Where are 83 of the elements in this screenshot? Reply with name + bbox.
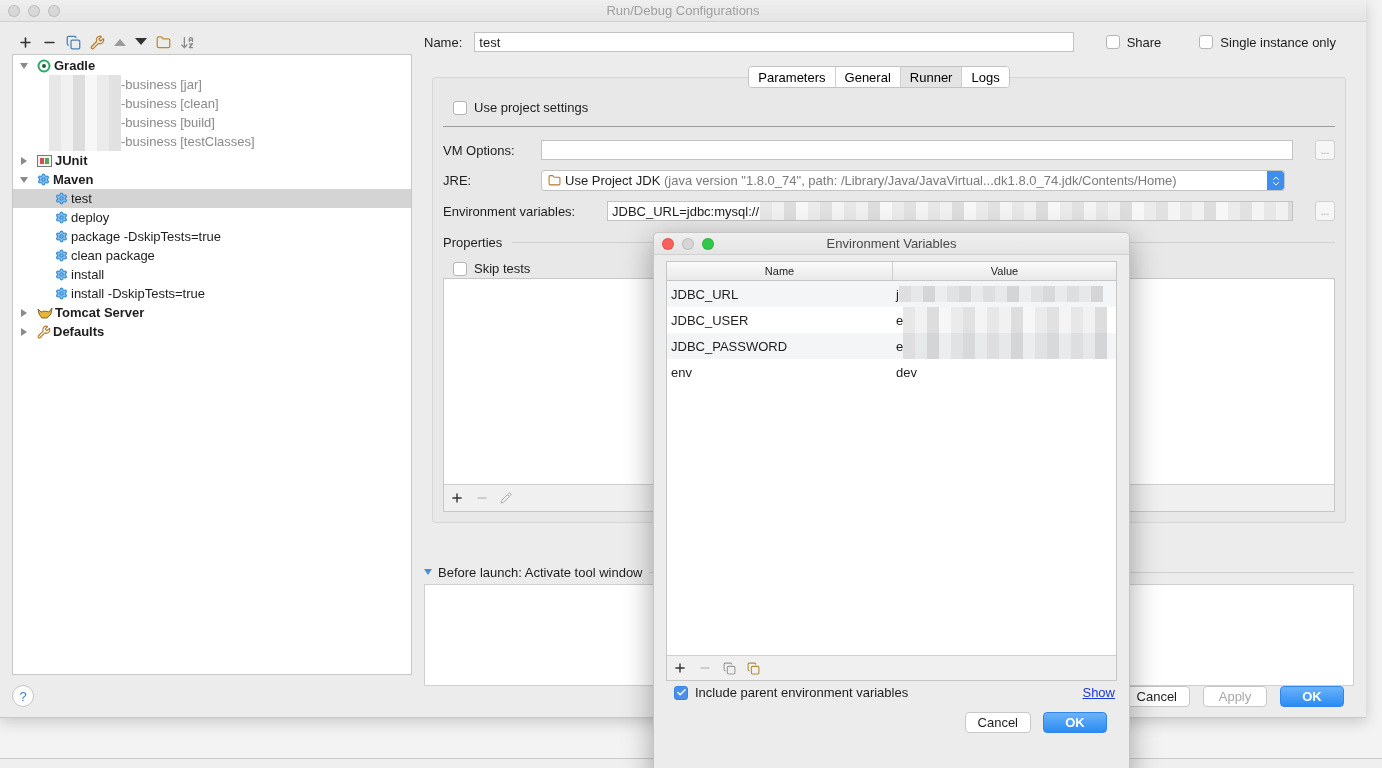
table-cell-text: e <box>895 312 904 328</box>
minimize-button[interactable] <box>682 237 694 250</box>
tree-item[interactable]: Gradle <box>13 56 411 75</box>
checkbox[interactable] <box>674 685 688 700</box>
close-button[interactable] <box>662 237 674 250</box>
checkbox[interactable] <box>1105 35 1120 49</box>
tree-item[interactable]: clean package <box>13 246 411 265</box>
tree-item[interactable]: Defaults <box>13 322 411 341</box>
window-title: Run/Debug Configurations <box>606 3 760 18</box>
section-label: Before launch: Activate tool window <box>438 565 643 581</box>
checkbox[interactable] <box>1199 35 1214 49</box>
table-cell-text: JDBC_PASSWORD <box>670 338 789 354</box>
copy-icon[interactable] <box>723 661 736 675</box>
gear-icon <box>55 287 68 300</box>
gear-icon <box>55 192 68 205</box>
tree-item[interactable]: install -DskipTests=true <box>13 284 411 303</box>
close-button[interactable] <box>8 4 20 17</box>
table-cell-text: env <box>670 364 693 380</box>
wrench-icon <box>37 324 51 339</box>
expand-arrow-icon[interactable] <box>20 308 28 317</box>
checkbox-label: Skip tests <box>474 261 531 276</box>
checkbox[interactable] <box>453 100 467 115</box>
name-label: Name: <box>424 34 463 50</box>
vm-options-field[interactable] <box>541 140 1293 160</box>
show-link[interactable]: Show <box>1082 685 1115 700</box>
collapse-arrow-icon[interactable] <box>424 569 432 577</box>
collapse-arrow-icon[interactable] <box>20 61 28 70</box>
column-header[interactable]: Value <box>892 262 1116 280</box>
expand-arrow-icon[interactable] <box>20 156 28 165</box>
expand-arrow-icon[interactable] <box>20 327 28 336</box>
add-icon[interactable] <box>673 661 687 675</box>
junit-icon <box>37 154 52 167</box>
copy-icon[interactable] <box>66 34 81 50</box>
move-up-icon[interactable] <box>114 38 126 46</box>
dialog-title: Environment Variables <box>826 236 957 251</box>
tree-item[interactable]: package -DskipTests=true <box>13 227 411 246</box>
checkbox-label: Use project settings <box>474 100 589 115</box>
tree-item[interactable]: Tomcat Server <box>13 303 411 322</box>
gear-icon <box>37 173 50 186</box>
name-field[interactable]: test <box>474 32 1075 52</box>
gradle-icon <box>37 58 51 73</box>
tab[interactable]: Runner <box>899 67 962 87</box>
move-down-icon[interactable] <box>135 38 147 46</box>
table-cell-text: JDBC_USER <box>670 312 750 328</box>
wrench-icon[interactable] <box>90 34 105 50</box>
zoom-button[interactable] <box>48 4 60 17</box>
field-label: Environment variables: <box>443 203 577 219</box>
section-label: Properties <box>443 235 503 250</box>
checkbox[interactable] <box>453 261 467 276</box>
table-cell-text: j <box>894 286 899 302</box>
tab[interactable]: Logs <box>961 67 1009 87</box>
folder-icon <box>548 174 561 187</box>
table-cell-text: JDBC_URL <box>670 286 740 302</box>
add-icon[interactable] <box>450 491 464 506</box>
collapse-arrow-icon[interactable] <box>20 175 28 184</box>
checkbox-label: Share <box>1126 34 1162 50</box>
field-label: JRE: <box>443 173 473 188</box>
gear-icon <box>55 268 68 281</box>
edit-icon[interactable] <box>500 492 512 505</box>
tree-item[interactable]: Maven <box>13 170 411 189</box>
jre-dropdown[interactable]: Use Project JDK (java version "1.8.0_74", path: /Library/Java/JavaVirtual...dk1.8.0_74.jdk/Contents/Home) <box>541 170 1285 191</box>
add-icon[interactable] <box>18 34 33 50</box>
checkbox-label: Single instance only <box>1220 34 1336 50</box>
field-label: VM Options: <box>443 142 516 158</box>
zoom-button[interactable] <box>702 237 714 250</box>
table-cell-text: e <box>895 338 904 354</box>
tree-item[interactable]: JUnit <box>13 151 411 170</box>
help-button[interactable]: ? <box>12 685 34 707</box>
dialog-button[interactable]: Cancel <box>964 712 1031 733</box>
tree-item[interactable]: test <box>13 189 411 208</box>
column-header[interactable]: Name <box>667 262 892 280</box>
sort-icon[interactable] <box>180 34 195 50</box>
checkbox-label: Include parent environment variables <box>695 685 909 700</box>
paste-icon[interactable] <box>747 661 760 675</box>
folder-icon[interactable] <box>156 34 171 50</box>
gear-icon <box>55 230 68 243</box>
tree-item[interactable]: install <box>13 265 411 284</box>
gear-icon <box>55 211 68 224</box>
minimize-button[interactable] <box>28 4 40 17</box>
gear-icon <box>55 249 68 262</box>
tree-item[interactable]: deploy <box>13 208 411 227</box>
table-cell-text: dev <box>895 364 917 380</box>
environment-variables-field[interactable]: JDBC_URL=jdbc:mysql:// <box>607 201 1293 221</box>
